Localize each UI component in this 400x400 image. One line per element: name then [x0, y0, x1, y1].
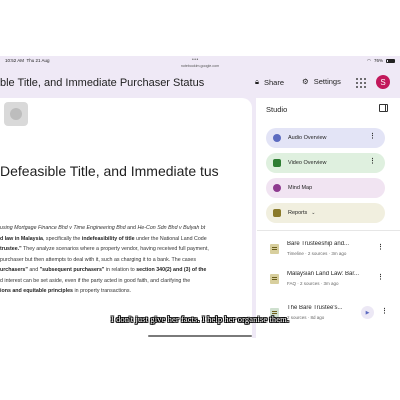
- settings-button[interactable]: ⚙ Settings: [302, 77, 341, 86]
- summary-segment: They analyze scenarios where a property …: [21, 246, 209, 252]
- wifi-icon: ◠: [367, 57, 371, 63]
- video-icon: [273, 159, 281, 167]
- mind-map-label: Mind Map: [288, 185, 313, 191]
- source-summary: using Mortgage Finance Bhd v Time Engine…: [0, 223, 248, 297]
- summary-segment: trustee.": [0, 246, 22, 252]
- more-vert-icon[interactable]: ⋮: [369, 133, 376, 140]
- status-time: 10:52 AM Thu 21 Aug: [5, 58, 50, 63]
- share-button[interactable]: 🔒︎ Share: [255, 77, 284, 87]
- note-doc-icon: [270, 274, 279, 284]
- summary-segment: , specifically the: [42, 235, 82, 242]
- home-indicator[interactable]: [148, 335, 252, 337]
- studio-note-item[interactable]: Bare Trusteeship and... Timeline · 2 sou…: [266, 238, 388, 264]
- summary-segment: d law in Malaysia: [0, 235, 43, 242]
- battery-icon: [386, 58, 395, 63]
- audio-overview-card[interactable]: Audio Overview ⋮: [266, 128, 385, 148]
- audio-overview-label: Audio Overview: [288, 135, 327, 141]
- mind-map-card[interactable]: Mind Map: [266, 178, 385, 198]
- more-vert-icon[interactable]: ⋮: [377, 243, 384, 251]
- video-overview-card[interactable]: Video Overview ⋮: [266, 153, 385, 173]
- summary-segment: indefeasibility of title: [81, 235, 135, 242]
- gear-icon: ⚙: [302, 77, 309, 86]
- time-text: 10:52 AM: [5, 58, 25, 63]
- note-meta: Timeline · 2 sources · 3m ago: [287, 251, 347, 256]
- apps-grid-icon[interactable]: [356, 78, 366, 88]
- video-overview-label: Video Overview: [288, 160, 327, 166]
- collapse-panel-icon[interactable]: [379, 104, 388, 112]
- source-viewer: [0, 98, 252, 338]
- summary-segment: purchaser but then attempts to deal with…: [0, 256, 196, 263]
- settings-label: Settings: [313, 77, 341, 86]
- summary-segment: in relation to: [104, 267, 137, 273]
- summary-segment: ions and equitable principles: [0, 288, 73, 294]
- reports-card[interactable]: Reports ⌄: [266, 203, 385, 223]
- reports-label: Reports: [288, 210, 308, 216]
- source-heading: Defeasible Title, and Immediate tus: [0, 163, 219, 179]
- status-bar: 10:52 AM Thu 21 Aug ••• notebooklm.googl…: [0, 56, 400, 68]
- reports-icon: [273, 209, 281, 217]
- audio-waveform-icon: [273, 134, 281, 142]
- note-title: Bare Trusteeship and...: [287, 241, 350, 247]
- share-label: Share: [264, 77, 285, 87]
- more-vert-icon[interactable]: ⋮: [377, 273, 384, 281]
- more-vert-icon[interactable]: ⋮: [369, 158, 376, 165]
- battery-percent: 76%: [373, 58, 383, 63]
- screen: 10:52 AM Thu 21 Aug ••• notebooklm.googl…: [0, 0, 400, 400]
- summary-segment: in property transactions.: [73, 288, 131, 294]
- status-indicators: ◠ 76%: [367, 58, 395, 64]
- summary-segment: "subsequent purchasers": [39, 267, 105, 273]
- mind-map-icon: [273, 184, 281, 192]
- note-title: The Bare Trustee's...: [287, 305, 343, 311]
- studio-divider: [257, 230, 400, 231]
- source-thumbnail[interactable]: [4, 102, 28, 126]
- summary-segment: and: [125, 225, 138, 231]
- summary-segment: urchasers": [0, 267, 28, 273]
- bottom-area: [0, 338, 400, 400]
- note-meta: FAQ · 2 sources · 3m ago: [287, 281, 339, 286]
- avatar[interactable]: S: [376, 75, 390, 89]
- note-doc-icon: [270, 244, 279, 254]
- summary-segment: section 340(2) and (3) of the: [136, 267, 207, 273]
- summary-segment: and: [27, 267, 40, 273]
- studio-note-item[interactable]: Malaysian Land Law: Bar... FAQ · 2 sourc…: [266, 268, 388, 294]
- app-header: ble Title, and Immediate Purchaser Statu…: [0, 68, 400, 98]
- video-caption: I don't just give her facts. I help her …: [110, 314, 290, 324]
- summary-segment: under the National Land Code: [134, 235, 207, 242]
- notebook-title[interactable]: ble Title, and Immediate Purchaser Statu…: [0, 77, 204, 89]
- lock-share-icon: 🔒︎: [255, 77, 259, 86]
- note-title: Malaysian Land Law: Bar...: [287, 271, 360, 277]
- chevron-down-icon: ⌄: [311, 210, 316, 216]
- date-text: Thu 21 Aug: [26, 58, 50, 63]
- studio-title: Studio: [266, 105, 288, 114]
- summary-segment: He-Con Sdn Bhd v Bulyah bt: [137, 225, 206, 231]
- summary-segment: using Mortgage Finance Bhd v Time Engine…: [0, 225, 126, 231]
- summary-segment: d interest can be set aside, even if the…: [0, 277, 191, 284]
- multitask-dots[interactable]: •••: [192, 57, 199, 63]
